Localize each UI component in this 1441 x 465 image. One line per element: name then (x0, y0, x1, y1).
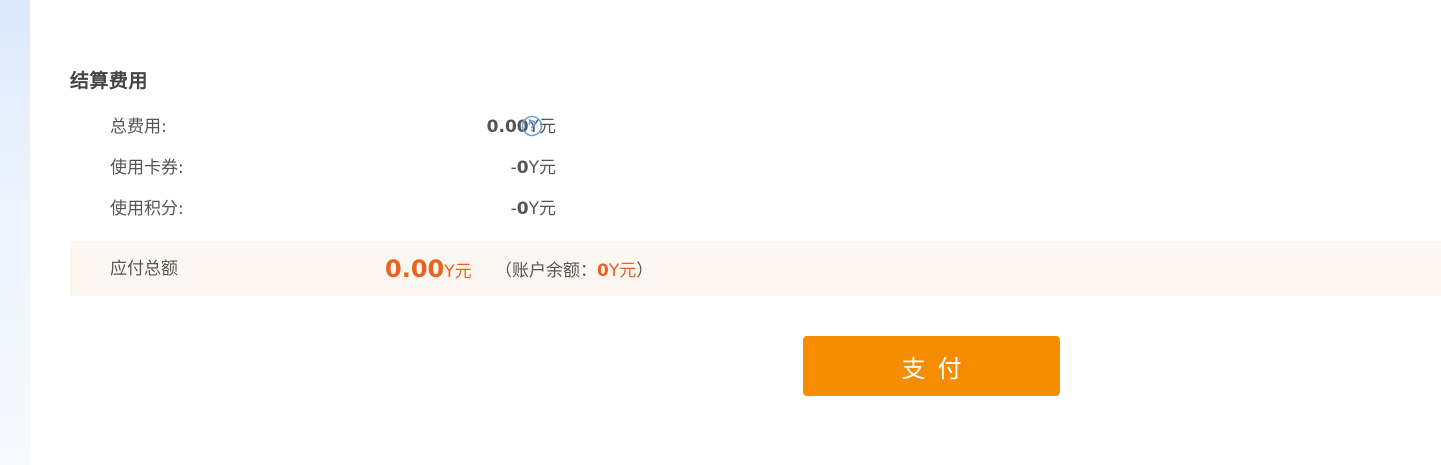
balance-prefix: （账户余额： (495, 261, 597, 281)
balance-suffix: ） (636, 261, 654, 281)
points-unit: Y元 (528, 199, 556, 219)
payable-total-bar: 应付总额 0.00Y元 （账户余额：0Y元） (70, 241, 1441, 296)
settlement-panel: 结算费用 总费用: 0.00Y元 使用卡券: -0Y元 使用积分: -0Y元 应… (30, 0, 1441, 465)
payable-total-amount: 0.00Y元 (385, 253, 472, 288)
coupon-value: 0 (516, 158, 529, 178)
payable-total-value: 0.00 (385, 255, 445, 283)
pay-button[interactable]: 支付 (803, 336, 1060, 396)
left-sidebar-edge (0, 0, 30, 465)
points-label: 使用积分: (110, 199, 184, 219)
coupon-unit: Y元 (528, 158, 556, 178)
balance-value: 0 (597, 261, 609, 281)
points-value: 0 (516, 199, 529, 219)
question-circle-icon[interactable] (521, 115, 543, 137)
total-fee-label: 总费用: (110, 117, 167, 137)
payable-total-label: 应付总额 (110, 259, 178, 279)
balance-unit: Y元 (608, 261, 637, 281)
account-balance: （账户余额：0Y元） (495, 257, 653, 285)
payable-total-unit: Y元 (444, 262, 472, 282)
section-title: 结算费用 (70, 70, 149, 92)
coupon-label: 使用卡券: (110, 158, 184, 178)
points-amount: -0Y元 (330, 195, 556, 223)
coupon-amount: -0Y元 (330, 154, 556, 182)
